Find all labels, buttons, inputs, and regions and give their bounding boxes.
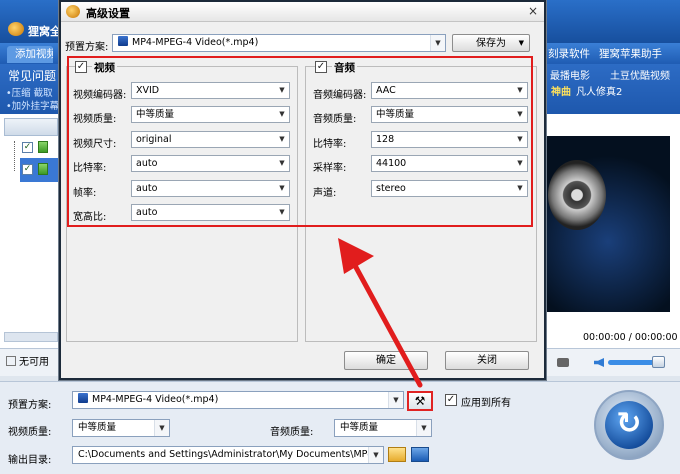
chevron-down-icon: ▼: [430, 35, 445, 51]
chevron-down-icon: ▼: [154, 420, 169, 436]
apple-assistant-link[interactable]: 狸窝苹果助手: [599, 46, 662, 63]
file-icon: [38, 141, 48, 153]
dialog-app-icon: [66, 5, 80, 18]
audio-quality-value: 中等质量: [340, 422, 379, 433]
burn-software-link[interactable]: 刻录软件: [548, 46, 590, 63]
dialog-titlebar: [61, 2, 544, 22]
ad-link-drama[interactable]: 凡人修真2: [576, 83, 622, 98]
add-video-tab[interactable]: 添加视频: [7, 46, 53, 63]
output-dir-value: C:\Documents and Settings\Administrator\…: [78, 449, 374, 460]
ad-link-movies[interactable]: 最播电影: [550, 67, 590, 82]
chevron-down-icon: ▼: [518, 39, 524, 47]
convert-icon[interactable]: ↻: [605, 401, 653, 449]
volume-slider-handle[interactable]: [652, 356, 665, 368]
folder-icon[interactable]: [388, 447, 406, 462]
output-dir-input[interactable]: C:\Documents and Settings\Administrator\…: [72, 446, 384, 464]
faq-link-subtitle[interactable]: •加外挂字幕: [6, 98, 58, 112]
chevron-down-icon: ▼: [368, 447, 383, 463]
camera-icon[interactable]: [557, 358, 569, 367]
time-display: 00:00:00 / 00:00:00: [583, 332, 678, 343]
subtitle-icon: [6, 356, 16, 366]
tree-connector: [14, 141, 15, 171]
audio-quality-select[interactable]: 中等质量 ▼: [334, 419, 432, 437]
preset-select-value: MP4-MPEG-4 Video(*.mp4): [92, 394, 219, 405]
file-icon: [38, 163, 48, 175]
dialog-preset-label: 预置方案:: [65, 42, 109, 53]
video-quality-label: 视频质量:: [8, 427, 52, 438]
dialog-preset-value: MP4-MPEG-4 Video(*.mp4): [132, 37, 259, 48]
app-logo-icon: [8, 22, 24, 36]
app-title: 狸窝全: [28, 25, 61, 38]
close-icon[interactable]: ×: [524, 3, 542, 19]
faq-title: 常见问题: [8, 69, 57, 83]
mp4-icon: [118, 36, 128, 46]
save-as-label: 保存为: [476, 38, 506, 49]
ad-link-videos[interactable]: 土豆优酷视频: [610, 67, 670, 82]
horizontal-scrollbar[interactable]: [4, 332, 58, 342]
audio-quality-label: 音频质量:: [270, 427, 314, 438]
highlight-box: [67, 56, 533, 227]
file-row-checkbox[interactable]: ✓: [22, 164, 33, 175]
close-button[interactable]: 关闭: [445, 351, 529, 370]
output-dir-label: 输出目录:: [8, 455, 52, 466]
dialog-title: 高级设置: [86, 7, 130, 20]
apply-all-label: 应用到所有: [461, 398, 511, 409]
open-folder-icon[interactable]: [411, 447, 429, 462]
unavailable-button[interactable]: 无可用: [6, 353, 58, 368]
unavailable-label: 无可用: [19, 357, 49, 368]
file-list-header: [4, 118, 58, 136]
save-as-button[interactable]: 保存为 ▼: [452, 34, 530, 52]
dialog-preset-select[interactable]: MP4-MPEG-4 Video(*.mp4) ▼: [112, 34, 446, 52]
apply-all-checkbox[interactable]: ✓: [445, 394, 457, 406]
preset-label: 预置方案:: [8, 400, 52, 411]
film-reel-icon: [548, 160, 606, 230]
mp4-icon: [78, 393, 88, 403]
ad-link-song[interactable]: 神曲: [551, 83, 571, 98]
chevron-down-icon: ▼: [416, 420, 431, 436]
video-quality-select[interactable]: 中等质量 ▼: [72, 419, 170, 437]
video-quality-value: 中等质量: [78, 422, 117, 433]
file-row-checkbox[interactable]: ✓: [22, 142, 33, 153]
annotation-arrow: [338, 238, 423, 388]
tools-icon: ⚒: [414, 394, 426, 408]
faq-link-compress[interactable]: •压缩 截取: [6, 85, 58, 99]
